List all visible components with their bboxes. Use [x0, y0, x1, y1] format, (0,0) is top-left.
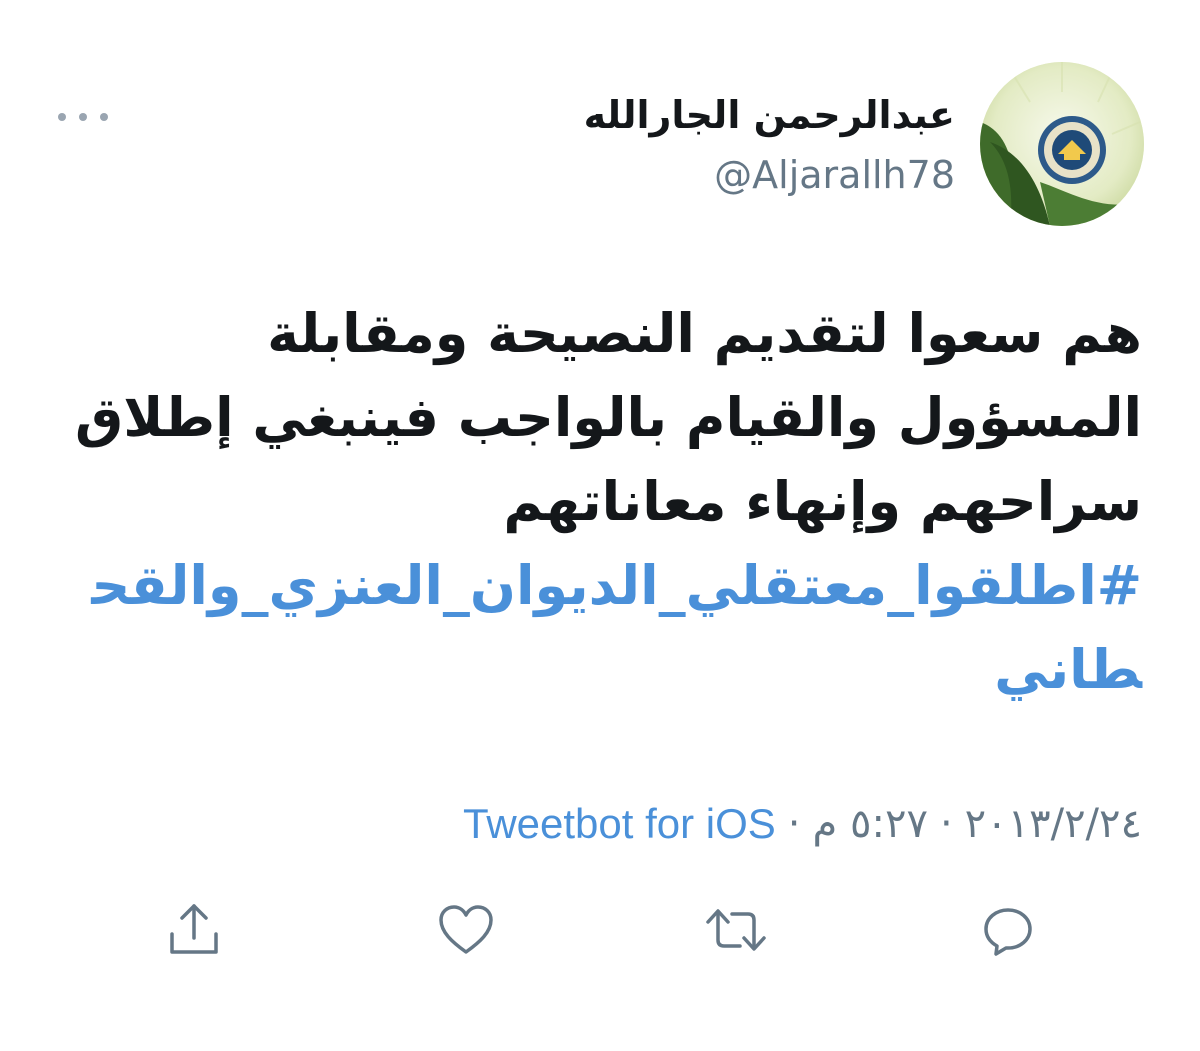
tweet-time: ٥:٢٧ م — [812, 801, 928, 847]
reply-button[interactable] — [976, 898, 1040, 962]
display-name[interactable]: عبدالرحمن الجارالله — [584, 92, 955, 138]
tweet-text-line: سراحهم وإنهاء معاناتهم — [503, 470, 1142, 533]
retweet-icon — [706, 909, 766, 951]
tweet-text-line: هم سعوا لتقديم النصيحة ومقابلة — [267, 302, 1142, 365]
share-icon — [170, 904, 218, 954]
tweet-text: هم سعوا لتقديم النصيحة ومقابلة المسؤول و… — [62, 292, 1142, 712]
avatar-image — [980, 62, 1144, 226]
tweet-text-line: المسؤول والقيام بالواجب فينبغي إطلاق — [74, 386, 1142, 449]
meta-separator: · — [939, 801, 953, 847]
tweet-card: عبدالرحمن الجارالله @Aljarallh78 هم سعوا… — [0, 0, 1200, 1051]
meta-separator: · — [787, 801, 801, 847]
more-options-icon — [58, 113, 66, 121]
share-button[interactable] — [162, 898, 226, 962]
tweet-date: ٢٠١٣/٢/٢٤ — [964, 801, 1142, 847]
heart-icon — [439, 905, 493, 954]
hashtag-link[interactable]: #اطلقوا_معتقلي_الديوان_العنزي_والقحطاني — [62, 544, 1142, 712]
like-button[interactable] — [434, 898, 498, 962]
more-options-dot — [100, 113, 108, 121]
avatar[interactable] — [980, 62, 1144, 226]
user-handle[interactable]: @Aljarallh78 — [714, 152, 955, 198]
more-options-button[interactable] — [58, 104, 108, 130]
reply-icon — [984, 908, 1032, 956]
retweet-button[interactable] — [704, 898, 768, 962]
tweet-source-link[interactable]: Tweetbot for iOS — [463, 800, 776, 848]
more-options-dot — [79, 113, 87, 121]
tweet-meta: ٢٠١٣/٢/٢٤ · ٥:٢٧ م · Tweetbot for iOS — [463, 796, 1142, 852]
